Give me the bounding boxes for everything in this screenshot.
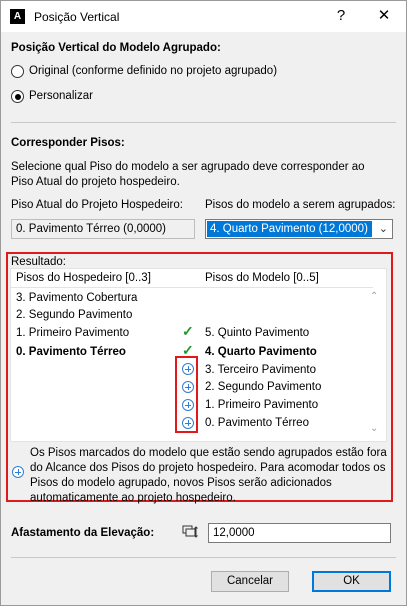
model-story-row-matched[interactable]: 4. Quarto Pavimento — [205, 346, 317, 358]
host-story-label: Piso Atual do Projeto Hospedeiro: — [11, 199, 183, 211]
radio-custom-label[interactable]: Personalizar — [29, 90, 93, 102]
model-stories-label: Pisos do modelo a serem agrupados: — [205, 199, 396, 211]
ok-button[interactable]: OK — [312, 571, 391, 592]
match-stories-heading: Corresponder Pisos: — [11, 137, 125, 149]
add-story-icon — [182, 381, 194, 393]
divider — [11, 557, 396, 558]
add-story-icon — [12, 466, 24, 478]
elevation-offset-input[interactable]: 12,0000 — [208, 523, 391, 543]
host-column-header: Pisos do Hospedeiro [0..3] — [16, 272, 151, 284]
host-story-field: 0. Pavimento Térreo (0,0000) — [11, 219, 195, 239]
model-story-selected-value: 4. Quarto Pavimento (12,0000) — [207, 221, 372, 237]
window-title: Posição Vertical — [34, 10, 120, 24]
title-bar: A Posição Vertical ? ✕ — [1, 1, 406, 32]
vertical-position-heading: Posição Vertical do Modelo Agrupado: — [11, 42, 221, 54]
radio-original[interactable] — [11, 65, 24, 78]
result-note: Os Pisos marcados do modelo que estão se… — [30, 447, 387, 504]
divider — [11, 122, 396, 123]
help-button[interactable]: ? — [326, 5, 356, 27]
add-story-icon — [182, 363, 194, 375]
model-story-select[interactable]: 4. Quarto Pavimento (12,0000) ⌄ — [205, 219, 393, 239]
model-column-header: Pisos do Modelo [0..5] — [205, 272, 319, 284]
model-story-row[interactable]: 1. Primeiro Pavimento — [205, 399, 318, 411]
app-logo-icon: A — [10, 9, 25, 24]
scroll-up-icon[interactable]: ⌃ — [370, 291, 378, 302]
close-button[interactable]: ✕ — [369, 5, 399, 27]
cancel-button[interactable]: Cancelar — [211, 571, 289, 592]
result-label: Resultado: — [11, 256, 66, 268]
host-story-row[interactable]: 3. Pavimento Cobertura — [16, 292, 137, 304]
add-story-icon — [182, 417, 194, 429]
host-story-row[interactable]: 2. Segundo Pavimento — [16, 309, 132, 321]
host-story-row-current[interactable]: 0. Pavimento Térreo — [16, 346, 126, 358]
model-story-row[interactable]: 5. Quinto Pavimento — [205, 327, 309, 339]
model-story-row[interactable]: 0. Pavimento Térreo — [205, 417, 309, 429]
elevation-offset-icon — [182, 525, 198, 538]
scroll-down-icon[interactable]: ⌄ — [370, 423, 378, 434]
match-stories-description-line1: Selecione qual Piso do modelo a ser agru… — [11, 161, 365, 173]
header-divider — [11, 287, 373, 288]
host-story-row[interactable]: 1. Primeiro Pavimento — [16, 327, 129, 339]
radio-original-label[interactable]: Original (conforme definido no projeto a… — [29, 65, 277, 77]
checkmark-icon: ✓ — [182, 323, 194, 339]
match-stories-description-line2: Piso Atual do projeto hospedeiro. — [11, 176, 180, 188]
dialog-window: A Posição Vertical ? ✕ Posição Vertical … — [0, 0, 407, 606]
model-story-row[interactable]: 3. Terceiro Pavimento — [205, 364, 316, 376]
elevation-offset-label: Afastamento da Elevação: — [11, 527, 155, 539]
radio-custom[interactable] — [11, 90, 24, 103]
add-story-icon — [182, 399, 194, 411]
model-story-row[interactable]: 2. Segundo Pavimento — [205, 381, 321, 393]
chevron-down-icon[interactable]: ⌄ — [379, 222, 388, 235]
